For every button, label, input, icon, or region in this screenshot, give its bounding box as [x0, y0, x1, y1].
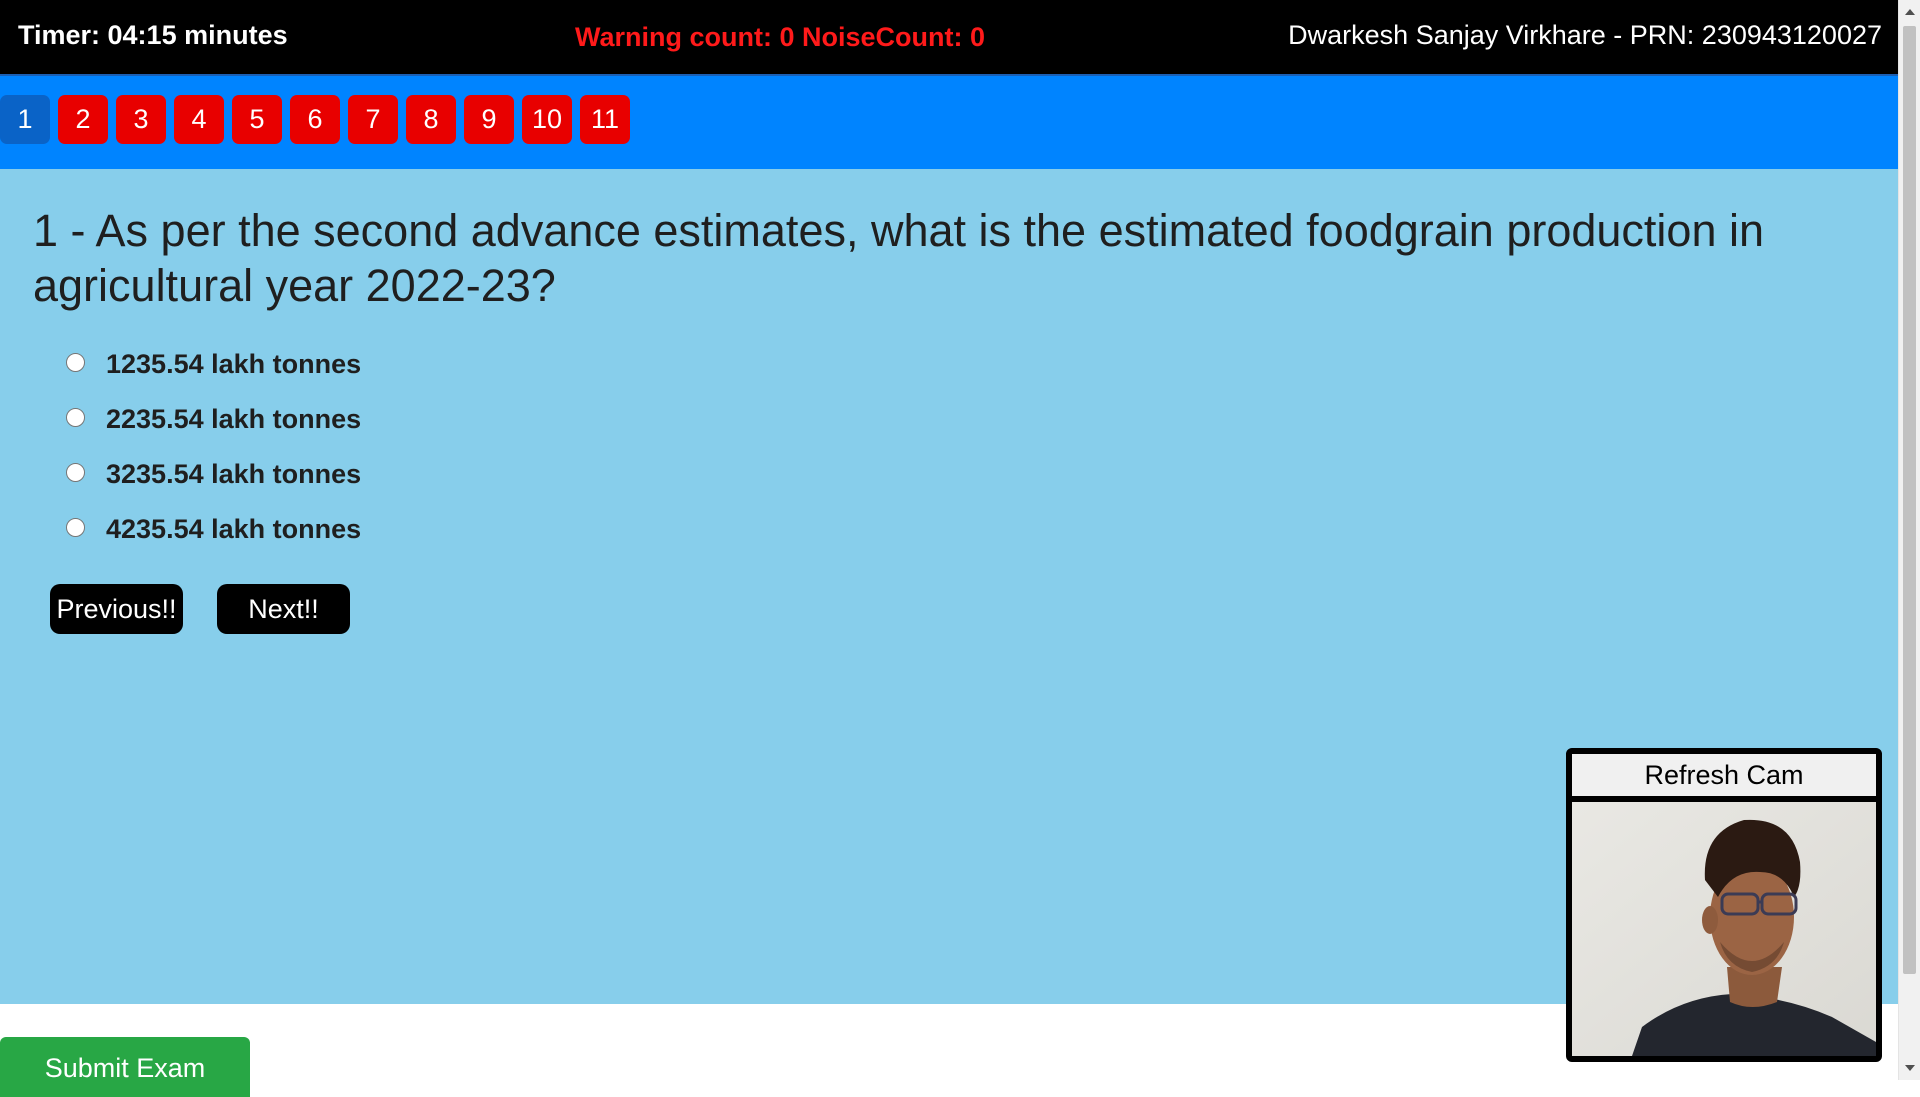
question-nav-button-5[interactable]: 5	[232, 95, 282, 144]
question-text: 1 - As per the second advance estimates,…	[33, 205, 1765, 311]
refresh-cam-button[interactable]: Refresh Cam	[1572, 754, 1876, 796]
answer-radio[interactable]	[66, 353, 85, 372]
answer-option-label: 1235.54 lakh tonnes	[106, 349, 362, 379]
question-nav-button-1[interactable]: 1	[0, 95, 50, 144]
question-nav-button-4[interactable]: 4	[174, 95, 224, 144]
warning-count: Warning count: 0 NoiseCount: 0	[575, 22, 985, 52]
answer-option-label: 4235.54 lakh tonnes	[106, 514, 362, 544]
answer-option[interactable]: 4235.54 lakh tonnes	[66, 502, 361, 557]
answer-radio[interactable]	[66, 408, 85, 427]
user-info: Dwarkesh Sanjay Virkhare - PRN: 23094312…	[1288, 20, 1882, 50]
answer-option[interactable]: 1235.54 lakh tonnes	[66, 337, 361, 392]
answer-radio[interactable]	[66, 463, 85, 482]
question-nav-button-8[interactable]: 8	[406, 95, 456, 144]
answer-option-label: 2235.54 lakh tonnes	[106, 404, 362, 434]
previous-button[interactable]: Previous!!	[50, 584, 183, 634]
answer-option[interactable]: 3235.54 lakh tonnes	[66, 447, 361, 502]
next-button[interactable]: Next!!	[217, 584, 350, 634]
question-nav-button-7[interactable]: 7	[348, 95, 398, 144]
scroll-down-icon[interactable]	[1899, 1058, 1920, 1078]
scroll-up-icon[interactable]	[1899, 2, 1920, 22]
vertical-scrollbar[interactable]	[1898, 0, 1920, 1080]
scrollbar-thumb[interactable]	[1903, 26, 1916, 974]
timer: Timer: 04:15 minutes	[18, 20, 288, 50]
question-nav-button-9[interactable]: 9	[464, 95, 514, 144]
answer-option[interactable]: 2235.54 lakh tonnes	[66, 392, 361, 447]
question-navigation: 1 2 3 4 5 6 7 8 9 10 11	[0, 76, 1898, 169]
person-image	[1572, 802, 1876, 1056]
submit-exam-button[interactable]: Submit Exam	[0, 1037, 250, 1097]
answer-option-label: 3235.54 lakh tonnes	[106, 459, 362, 489]
question-nav-button-3[interactable]: 3	[116, 95, 166, 144]
exam-header: Timer: 04:15 minutes Warning count: 0 No…	[0, 0, 1898, 76]
answer-options: 1235.54 lakh tonnes 2235.54 lakh tonnes 32…	[66, 337, 361, 557]
question-nav-button-2[interactable]: 2	[58, 95, 108, 144]
answer-radio[interactable]	[66, 518, 85, 537]
webcam-feed	[1572, 802, 1876, 1056]
webcam-widget: Refresh Cam	[1566, 748, 1882, 1062]
question-buttons: 1 2 3 4 5 6 7 8 9 10 11	[0, 95, 638, 144]
question-nav-button-10[interactable]: 10	[522, 95, 572, 144]
question-nav-button-6[interactable]: 6	[290, 95, 340, 144]
question-nav-button-11[interactable]: 11	[580, 95, 630, 144]
